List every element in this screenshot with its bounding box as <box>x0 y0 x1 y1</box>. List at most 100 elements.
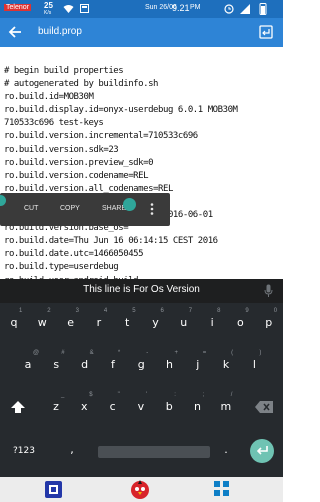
file-text[interactable]: # begin build properties # autogenerated … <box>4 65 238 279</box>
status-bar: Telenor 25 K/s Sun 26/06 9.21 PM <box>0 0 283 18</box>
key-hint: _ <box>61 392 65 398</box>
app-bar: build.prop <box>0 18 283 47</box>
clock-ampm: PM <box>190 4 201 11</box>
key-q[interactable]: q <box>0 316 28 329</box>
backspace-icon[interactable] <box>255 401 273 413</box>
key-v[interactable]: v <box>127 400 155 413</box>
text-action-bar: CUT COPY SHARE <box>0 193 170 226</box>
key-hint: ' <box>145 392 148 398</box>
key-i[interactable]: i <box>198 316 226 329</box>
key-hint: = <box>202 350 207 356</box>
key-hint: ; <box>202 392 205 398</box>
key-o[interactable]: o <box>226 316 254 329</box>
enter-key[interactable] <box>250 439 274 463</box>
selection-end-handle[interactable] <box>123 198 136 211</box>
key-hint: - <box>146 350 149 356</box>
notification-icon <box>80 4 89 13</box>
file-line[interactable]: # autogenerated by buildinfo.sh <box>4 78 238 91</box>
key-hint: ( <box>231 350 234 356</box>
key-hint: 5 <box>132 308 136 314</box>
file-line[interactable]: ro.build.date.utc=1466050455 <box>4 248 238 261</box>
file-line[interactable]: ro.build.type=userdebug <box>4 261 238 274</box>
key-e[interactable]: e <box>57 316 85 329</box>
enter-icon <box>256 446 268 455</box>
symbols-key[interactable]: ?123 <box>6 446 42 456</box>
key-hint: 7 <box>188 308 193 314</box>
file-line[interactable]: ro.build.version.sdk=23 <box>4 144 238 157</box>
key-j[interactable]: j <box>184 358 212 371</box>
key-z[interactable]: z <box>42 400 70 413</box>
space-key[interactable] <box>98 446 210 458</box>
file-title: build.prop <box>38 26 82 37</box>
key-u[interactable]: u <box>170 316 198 329</box>
key-hint: 3 <box>75 308 79 314</box>
key-w[interactable]: w <box>28 316 56 329</box>
key-s[interactable]: s <box>42 358 70 371</box>
key-hint: ) <box>259 350 262 356</box>
key-hint: " <box>117 392 120 398</box>
editor-content[interactable]: # begin build properties # autogenerated … <box>0 47 283 279</box>
key-c[interactable]: c <box>99 400 127 413</box>
file-line[interactable]: ro.build.display.id=onyx-userdebug 6.0.1… <box>4 104 238 117</box>
cut-button[interactable]: CUT <box>24 205 38 212</box>
key-hint: : <box>174 392 176 398</box>
key-f[interactable]: f <box>99 358 127 371</box>
file-line[interactable]: 710533c696 test-keys <box>4 117 238 130</box>
angry-bird-icon[interactable] <box>130 479 150 500</box>
key-hint: 2 <box>47 308 51 314</box>
wifi-icon <box>63 5 74 13</box>
key-k[interactable]: k <box>212 358 240 371</box>
key-x[interactable]: x <box>70 400 98 413</box>
alarm-icon <box>224 4 234 14</box>
file-line[interactable]: ro.build.id=MOB30M <box>4 91 238 104</box>
file-line[interactable]: # begin build properties <box>4 65 238 78</box>
key-hint: 4 <box>103 308 108 314</box>
keyboard: ?123 , . 1 q 2 w 3 e 4 r 5 t 6 y 7 u 8 i 9 o 0 p @ a # s & d * f - g +… <box>0 303 283 477</box>
key-hint: + <box>174 350 179 356</box>
key-hint: 6 <box>160 308 164 314</box>
key-p[interactable]: p <box>255 316 283 329</box>
key-a[interactable]: a <box>14 358 42 371</box>
file-line[interactable]: ro.build.version.incremental=710533c696 <box>4 130 238 143</box>
key-m[interactable]: m <box>212 400 240 413</box>
back-arrow-icon[interactable] <box>8 25 22 39</box>
file-line[interactable]: ro.build.version.preview_sdk=0 <box>4 157 238 170</box>
shift-icon[interactable] <box>10 400 26 414</box>
more-options-icon[interactable] <box>150 203 154 215</box>
data-speed: 25 <box>44 1 53 10</box>
period-key[interactable]: . <box>212 443 240 456</box>
key-y[interactable]: y <box>142 316 170 329</box>
suggestion-strip: This line is For Os Version <box>0 279 283 303</box>
clock-time: 9.21 <box>172 3 190 13</box>
key-hint: 9 <box>245 308 249 314</box>
signal-icon <box>240 4 250 14</box>
key-hint: * <box>117 350 121 356</box>
key-h[interactable]: h <box>156 358 184 371</box>
key-hint: $ <box>89 392 93 398</box>
carrier-label: Telenor <box>4 4 31 11</box>
mic-icon[interactable] <box>264 284 273 298</box>
key-b[interactable]: b <box>155 400 183 413</box>
key-d[interactable]: d <box>71 358 99 371</box>
battery-icon <box>259 3 267 15</box>
nav-bar <box>0 477 283 502</box>
file-line[interactable]: ro.build.version.codename=REL <box>4 170 238 183</box>
key-l[interactable]: l <box>240 358 268 371</box>
key-hint: @ <box>33 350 40 356</box>
key-hint: / <box>230 392 233 398</box>
file-line[interactable]: ro.build.date=Thu Jun 16 06:14:15 CEST 2… <box>4 235 238 248</box>
key-hint: # <box>61 350 65 356</box>
key-r[interactable]: r <box>85 316 113 329</box>
key-hint: 1 <box>19 308 23 314</box>
key-hint: 0 <box>273 308 278 314</box>
key-t[interactable]: t <box>113 316 141 329</box>
app-icon[interactable] <box>45 481 62 498</box>
save-icon[interactable] <box>259 25 273 39</box>
key-n[interactable]: n <box>184 400 212 413</box>
apps-grid-icon[interactable] <box>214 481 230 497</box>
speed-unit: K/s <box>44 10 52 16</box>
key-g[interactable]: g <box>127 358 155 371</box>
suggestion-text[interactable]: This line is For Os Version <box>0 284 283 295</box>
comma-key[interactable]: , <box>58 443 86 456</box>
copy-button[interactable]: COPY <box>60 205 80 212</box>
